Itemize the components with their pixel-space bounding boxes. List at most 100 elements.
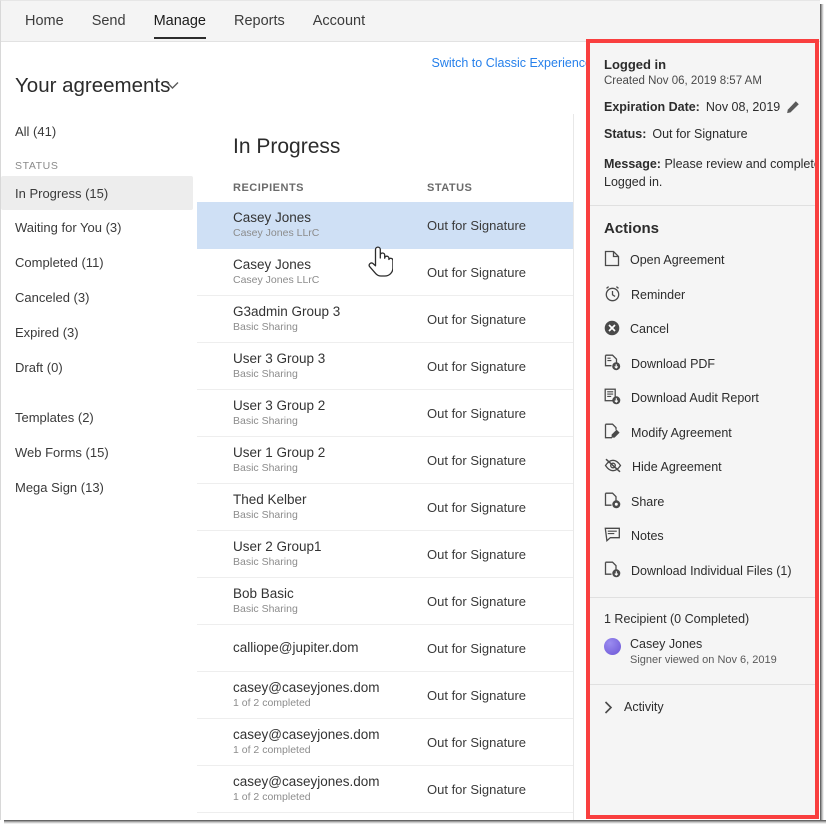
eye-slash-icon <box>604 458 622 476</box>
chevron-right-icon <box>604 701 613 714</box>
nav-item-send[interactable]: Send <box>78 1 140 42</box>
list-column-headers: RECIPIENTS STATUS <box>197 159 573 202</box>
activity-label: Activity <box>624 700 664 714</box>
action-item[interactable]: Hide Agreement <box>590 450 815 485</box>
row-recipient: calliope@jupiter.dom <box>233 640 427 656</box>
row-status: Out for Signature <box>427 735 526 750</box>
action-item[interactable]: Open Agreement <box>590 243 815 278</box>
action-item[interactable]: Notes <box>590 519 815 554</box>
nav-item-manage[interactable]: Manage <box>140 1 220 42</box>
sidebar-item-templates[interactable]: Templates (2) <box>1 400 197 435</box>
table-row[interactable]: casey@caseyjones.dom1 of 2 completedOut … <box>197 766 573 813</box>
recipient-name: User 3 Group 3 <box>233 351 427 367</box>
sidebar-item-canceled[interactable]: Canceled (3) <box>1 280 197 315</box>
agreement-name: Logged in <box>604 57 803 72</box>
recipients-section: 1 Recipient (0 Completed) Casey Jones Si… <box>590 598 815 685</box>
action-label: Open Agreement <box>630 253 725 267</box>
recipient-name: casey@caseyjones.dom <box>233 680 427 696</box>
nav-label: Reports <box>234 13 285 29</box>
sidebar-item-label: Web Forms (15) <box>15 445 109 460</box>
nav-item-reports[interactable]: Reports <box>220 1 299 42</box>
action-item[interactable]: Download Audit Report <box>590 381 815 416</box>
row-status: Out for Signature <box>427 453 526 468</box>
chevron-down-icon[interactable] <box>166 81 179 90</box>
cancel-circle-icon <box>604 320 620 339</box>
sidebar-item-all[interactable]: All (41) <box>1 114 197 148</box>
recipient-sub: Basic Sharing <box>233 320 427 334</box>
sidebar-item-label: Mega Sign (13) <box>15 480 104 495</box>
action-label: Download PDF <box>631 357 715 371</box>
recipient-status: Signer viewed on Nov 6, 2019 <box>630 652 777 668</box>
row-recipient: casey@caseyjones.dom1 of 2 completed <box>233 680 427 710</box>
table-row[interactable]: User 3 Group 3Basic SharingOut for Signa… <box>197 343 573 390</box>
expiration-date-row: Expiration Date: Nov 08, 2019 <box>604 100 803 114</box>
top-navigation: Home Send Manage Reports Account <box>1 1 820 42</box>
action-item[interactable]: Download PDF <box>590 347 815 382</box>
sidebar-item-waiting-for-you[interactable]: Waiting for You (3) <box>1 210 197 245</box>
sidebar-item-label: All (41) <box>15 124 56 139</box>
sidebar-item-in-progress[interactable]: In Progress (15) <box>1 176 193 210</box>
recipient-sub: Basic Sharing <box>233 414 427 428</box>
edit-document-icon <box>604 423 621 443</box>
avatar <box>604 638 621 655</box>
edit-pencil-icon[interactable] <box>786 100 800 114</box>
table-row[interactable]: Casey JonesCasey Jones LLrCOut for Signa… <box>197 202 573 249</box>
sidebar-item-expired[interactable]: Expired (3) <box>1 315 197 350</box>
row-status: Out for Signature <box>427 265 526 280</box>
table-row[interactable]: User 3 Group 2Basic SharingOut for Signa… <box>197 390 573 437</box>
switch-to-classic-link[interactable]: Switch to Classic Experience <box>432 56 592 70</box>
action-label: Download Audit Report <box>631 391 759 405</box>
action-item[interactable]: Share <box>590 485 815 520</box>
table-row[interactable]: Casey JonesCasey Jones LLrCOut for Signa… <box>197 249 573 296</box>
status-label: Status: <box>604 127 646 141</box>
activity-toggle[interactable]: Activity <box>590 685 815 714</box>
action-label: Cancel <box>630 322 669 336</box>
action-item[interactable]: Download Individual Files (1) <box>590 554 815 589</box>
sidebar-item-web-forms[interactable]: Web Forms (15) <box>1 435 197 470</box>
action-label: Notes <box>631 529 664 543</box>
row-recipient: Bob BasicBasic Sharing <box>233 586 427 616</box>
sidebar-item-label: Canceled (3) <box>15 290 89 305</box>
row-recipient: casey@caseyjones.dom1 of 2 completed <box>233 727 427 757</box>
nav-item-account[interactable]: Account <box>299 1 379 42</box>
sidebar-item-draft[interactable]: Draft (0) <box>1 350 197 385</box>
table-row[interactable]: calliope@jupiter.domOut for Signature <box>197 625 573 672</box>
row-status: Out for Signature <box>427 688 526 703</box>
agreement-detail-panel: Logged in Created Nov 06, 2019 8:57 AM E… <box>590 43 815 815</box>
sidebar-item-label: Expired (3) <box>15 325 79 340</box>
download-pdf-icon <box>604 354 621 374</box>
recipient-sub: Basic Sharing <box>233 555 427 569</box>
sidebar-item-completed[interactable]: Completed (11) <box>1 245 197 280</box>
table-row[interactable]: G3admin Group 3Basic SharingOut for Sign… <box>197 296 573 343</box>
table-row[interactable]: Bob BasicBasic SharingOut for Signature <box>197 578 573 625</box>
window-shadow-bottom <box>4 820 826 824</box>
annotation-box-red: Logged in Created Nov 06, 2019 8:57 AM E… <box>586 39 819 819</box>
row-recipient: User 3 Group 2Basic Sharing <box>233 398 427 428</box>
sidebar-item-mega-sign[interactable]: Mega Sign (13) <box>1 470 197 505</box>
nav-label: Account <box>313 13 365 29</box>
recipient-sub: Basic Sharing <box>233 602 427 616</box>
action-item[interactable]: Cancel <box>590 312 815 347</box>
sidebar: All (41) STATUS In Progress (15) Waiting… <box>1 114 197 820</box>
action-item[interactable]: Reminder <box>590 278 815 313</box>
expiration-date-label: Expiration Date: <box>604 100 700 114</box>
download-files-icon <box>604 561 621 581</box>
table-row[interactable]: User 2 Group1Basic SharingOut for Signat… <box>197 531 573 578</box>
nav-item-home[interactable]: Home <box>11 1 78 42</box>
status-value: Out for Signature <box>652 127 747 141</box>
action-label: Download Individual Files (1) <box>631 564 792 578</box>
table-row[interactable]: casey@caseyjones.dom1 of 2 completedOut … <box>197 719 573 766</box>
action-item[interactable]: Modify Agreement <box>590 416 815 451</box>
download-audit-icon <box>604 388 621 408</box>
row-recipient: Casey JonesCasey Jones LLrC <box>233 257 427 287</box>
recipient-name: Bob Basic <box>233 586 427 602</box>
recipients-header: 1 Recipient (0 Completed) <box>590 598 815 636</box>
actions-title: Actions <box>590 206 815 243</box>
table-row[interactable]: Thed KelberBasic SharingOut for Signatur… <box>197 484 573 531</box>
actions-list: Open Agreement Reminder Cancel Download PDF… <box>590 243 815 588</box>
table-row[interactable]: casey@caseyjones.dom1 of 2 completedOut … <box>197 672 573 719</box>
recipient-item[interactable]: Casey Jones Signer viewed on Nov 6, 2019 <box>590 636 815 684</box>
row-status: Out for Signature <box>427 406 526 421</box>
message-label: Message: <box>604 157 661 171</box>
table-row[interactable]: User 1 Group 2Basic SharingOut for Signa… <box>197 437 573 484</box>
